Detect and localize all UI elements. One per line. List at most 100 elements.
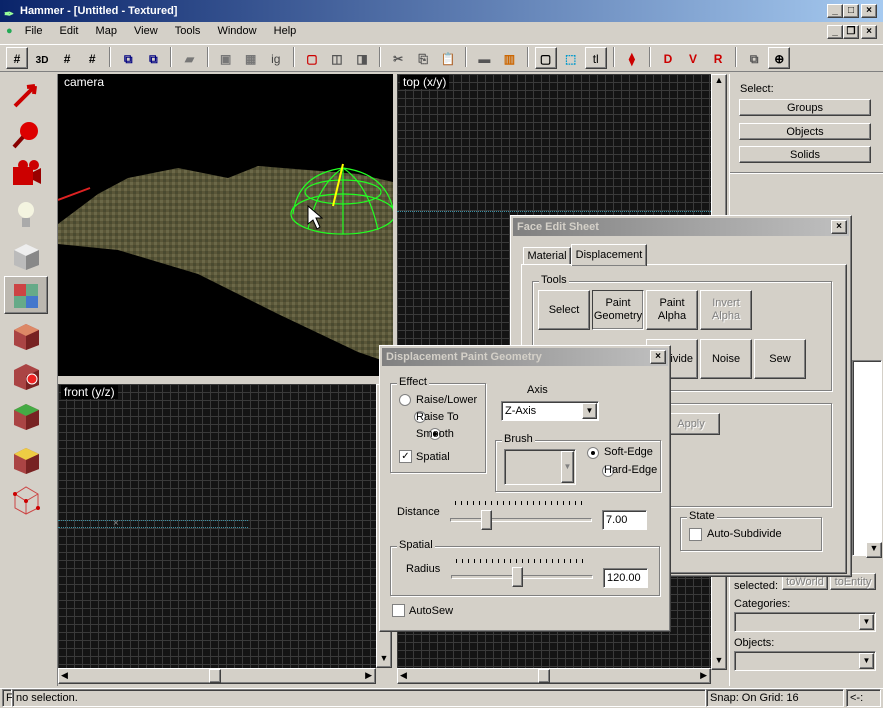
objects-dropdown[interactable]: ▼ (734, 651, 876, 671)
maximize-button[interactable]: □ (843, 4, 859, 18)
spatial-checkbox[interactable]: ✓ (399, 450, 412, 463)
front-viewport-label: front (y/z) (61, 385, 118, 399)
make-hollow-icon[interactable]: ◫ (326, 48, 348, 70)
block-tool-icon[interactable] (4, 236, 48, 274)
texture-lock-icon[interactable]: ▬ (473, 48, 495, 70)
group-icon[interactable]: ⧉ (117, 48, 139, 70)
box-icon[interactable]: ⧉ (743, 48, 765, 70)
paint-geometry-close-button[interactable]: × (650, 350, 666, 364)
objects-label: Objects: (734, 637, 775, 649)
radius-input[interactable]: 120.00 (603, 568, 648, 588)
ig-icon[interactable]: ig (265, 48, 287, 70)
camera-tool-icon[interactable] (4, 156, 48, 194)
soft-edge-radio[interactable] (587, 447, 599, 459)
cut-icon[interactable]: ✂ (387, 48, 409, 70)
select-objects-button[interactable]: Objects (739, 123, 871, 140)
tl-icon[interactable]: tl (584, 47, 607, 69)
categories-dropdown[interactable]: ▼ (734, 612, 876, 632)
front-viewport-hscroll[interactable]: ◀ ▶ (58, 668, 376, 684)
run-vis-icon[interactable]: V (682, 48, 704, 70)
texture-app-icon[interactable]: ▥ (498, 48, 520, 70)
tab-displacement[interactable]: Displacement (571, 244, 647, 266)
cordon-icon[interactable]: ◨ (351, 48, 373, 70)
tab-material[interactable]: Material (523, 247, 571, 265)
down-arrow-button[interactable]: ▼ (866, 542, 882, 558)
copy-icon[interactable]: ⎘ (412, 48, 434, 70)
paint-geometry-title-bar: Displacement Paint Geometry × (382, 348, 668, 366)
selection-tool-icon[interactable] (4, 76, 48, 114)
minimize-button[interactable]: _ (827, 4, 843, 18)
axis-label: Axis (527, 384, 548, 396)
overlay-icon[interactable] (4, 356, 48, 394)
grid-icon[interactable]: # (6, 47, 28, 69)
doc-minimize-button[interactable]: _ (827, 25, 843, 39)
viewport-divider[interactable] (58, 376, 397, 384)
translate-icon[interactable]: ⬚ (560, 48, 582, 70)
path-tool-icon[interactable] (4, 480, 48, 518)
vertex-tool-icon[interactable] (4, 440, 48, 478)
visgroup-list[interactable] (852, 360, 882, 556)
menu-window[interactable]: Window (210, 22, 263, 40)
slider-track (450, 518, 592, 522)
texture-application-icon[interactable] (4, 276, 48, 314)
menu-bar: ● File Edit Map View Tools Window Help _… (0, 22, 883, 42)
flip-icon[interactable]: ⧫ (621, 48, 643, 70)
invert-alpha-button[interactable]: Invert Alpha (700, 290, 752, 330)
menu-tools[interactable]: Tools (168, 22, 208, 40)
slider-thumb[interactable] (481, 510, 492, 530)
status-help: F (2, 689, 13, 707)
tools-panel (0, 74, 58, 686)
radius-slider[interactable] (451, 557, 593, 587)
paint-geometry-title: Displacement Paint Geometry (386, 351, 542, 363)
select-icon[interactable]: ▢ (534, 47, 557, 69)
menu-map[interactable]: Map (89, 22, 124, 40)
slider-thumb[interactable] (512, 567, 523, 587)
auto-subdivide-checkbox[interactable] (689, 528, 702, 541)
paint-alpha-button[interactable]: Paint Alpha (646, 290, 698, 330)
grid-larger-icon[interactable]: # (81, 48, 103, 70)
close-button[interactable]: × (861, 4, 877, 18)
entity-tool-icon[interactable] (4, 196, 48, 234)
sew-button[interactable]: Sew (754, 339, 806, 379)
menu-file[interactable]: File (18, 22, 50, 40)
run-rad-icon[interactable]: R (707, 48, 729, 70)
3d-grid-icon[interactable]: 3D (31, 50, 53, 72)
ignore-group-icon[interactable]: ▦ (240, 48, 262, 70)
face-edit-close-button[interactable]: × (831, 220, 847, 234)
distance-input[interactable]: 7.00 (602, 510, 647, 530)
raise-lower-radio[interactable] (399, 394, 411, 406)
sphere-icon[interactable]: ⊕ (768, 47, 791, 69)
magnify-tool-icon[interactable] (4, 116, 48, 154)
noise-button[interactable]: Noise (700, 339, 752, 379)
doc-close-button[interactable]: × (861, 25, 877, 39)
brush-dropdown[interactable]: ▼ (504, 449, 576, 485)
paint-geometry-button[interactable]: Paint Geometry (592, 290, 644, 330)
autosew-checkbox[interactable] (392, 604, 405, 617)
paste-icon[interactable]: 📋 (437, 48, 459, 70)
state-group-label: State (687, 510, 717, 522)
apply-decals-icon[interactable] (4, 316, 48, 354)
select-solids-button[interactable]: Solids (739, 146, 871, 163)
toolbar-separator (735, 47, 738, 67)
distance-slider[interactable] (450, 500, 592, 530)
select-groups-button[interactable]: Groups (739, 99, 871, 116)
toggle-group-icon[interactable]: ▣ (215, 48, 237, 70)
menu-view[interactable]: View (127, 22, 165, 40)
select-tool-button[interactable]: Select (538, 290, 590, 330)
doc-restore-button[interactable]: ❐ (843, 25, 859, 39)
grid-smaller-icon[interactable]: # (56, 48, 78, 70)
axis-dropdown[interactable]: Z-Axis ▼ (501, 401, 599, 421)
camera-viewport[interactable]: camera (58, 74, 393, 376)
menu-edit[interactable]: Edit (53, 22, 86, 40)
front-viewport[interactable]: front (y/z) × (58, 384, 376, 668)
ungroup-icon[interactable]: ⧉ (142, 48, 164, 70)
face-edit-title-bar: Face Edit Sheet × (513, 218, 849, 236)
tools-group-label: Tools (539, 274, 569, 286)
carve-icon[interactable]: ▢ (301, 48, 323, 70)
smooth-label: Smooth (416, 428, 454, 440)
clipping-tool-icon[interactable] (4, 396, 48, 434)
hide-icon[interactable]: ▰ (179, 48, 201, 70)
run-map-icon[interactable]: D (657, 48, 679, 70)
menu-help[interactable]: Help (267, 22, 304, 40)
top-viewport-hscroll[interactable]: ◀ ▶ (397, 668, 711, 684)
